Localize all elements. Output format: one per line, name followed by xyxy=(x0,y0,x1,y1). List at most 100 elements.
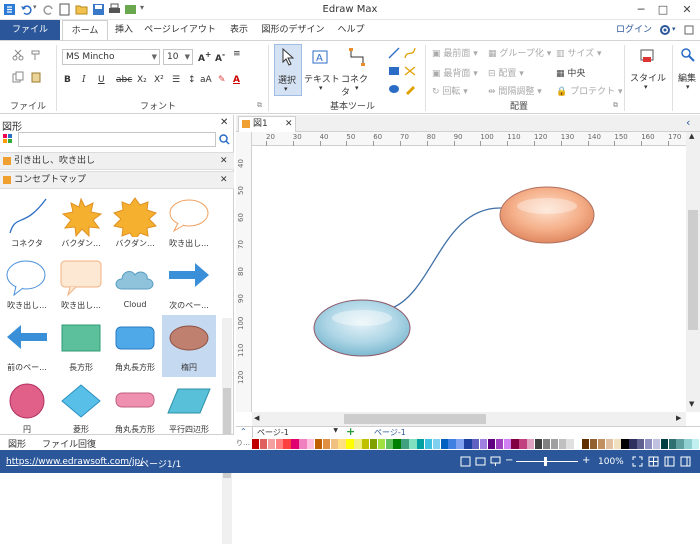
pen-tool-icon[interactable] xyxy=(404,83,416,95)
drawing-canvas[interactable] xyxy=(252,146,686,412)
shape-ellipse[interactable]: 楕円 xyxy=(162,315,216,377)
color-swatch[interactable] xyxy=(597,439,606,449)
italic-icon[interactable]: I xyxy=(82,75,86,85)
color-swatch[interactable] xyxy=(314,439,323,449)
shape-callout-3[interactable]: 吹き出し... xyxy=(54,253,108,315)
layout-view-icon[interactable] xyxy=(664,456,675,467)
close-button[interactable]: ✕ xyxy=(676,2,698,18)
color-swatch[interactable] xyxy=(393,439,401,449)
minimize-button[interactable]: ─ xyxy=(630,2,652,18)
color-swatch[interactable] xyxy=(417,439,425,449)
color-swatch[interactable] xyxy=(668,439,676,449)
color-swatch[interactable] xyxy=(582,439,590,449)
fit-width-icon[interactable] xyxy=(475,456,486,467)
color-swatch[interactable] xyxy=(448,439,456,449)
font-dialog-launcher-icon[interactable]: ⧉ xyxy=(257,101,262,110)
shape-next-arrow[interactable]: 次のペー... xyxy=(162,253,216,315)
export-icon[interactable] xyxy=(124,3,137,16)
settings-gear-icon[interactable] xyxy=(659,24,671,36)
color-swatch[interactable] xyxy=(432,439,441,449)
color-swatch[interactable] xyxy=(550,439,559,449)
line-spacing-icon[interactable]: ↕ xyxy=(188,75,196,85)
website-link[interactable]: https://www.edrawsoft.com/jp/ xyxy=(6,457,143,467)
maximize-button[interactable]: □ xyxy=(652,2,674,18)
color-swatch[interactable] xyxy=(369,439,378,449)
vertical-scrollbar[interactable]: ▲ ▼ xyxy=(686,132,700,412)
paste-icon[interactable] xyxy=(30,71,42,83)
strikethrough-icon[interactable]: abc xyxy=(116,75,132,85)
protect-button[interactable]: 🔒 プロテクト ▾ xyxy=(556,84,622,97)
tab-insert[interactable]: 挿入 xyxy=(110,20,138,40)
align-text-icon[interactable]: ≡ xyxy=(233,49,241,59)
connector-tool-button[interactable]: コネクタ ▾ xyxy=(340,44,376,98)
color-swatch[interactable] xyxy=(511,439,519,449)
zoom-slider-track[interactable] xyxy=(516,461,578,462)
font-name-select[interactable]: MS Mincho ▼ xyxy=(62,49,160,65)
color-swatch[interactable] xyxy=(479,439,488,449)
color-swatch[interactable] xyxy=(542,439,551,449)
presentation-icon[interactable] xyxy=(490,456,501,467)
color-swatch[interactable] xyxy=(660,439,669,449)
zoom-in-button[interactable]: + xyxy=(582,455,590,466)
rotate-button[interactable]: ↻ 回転 ▾ xyxy=(432,84,468,97)
size-button[interactable]: ▥ サイズ ▾ xyxy=(556,46,602,59)
shape-burst-1[interactable]: バクダン... xyxy=(54,191,108,253)
color-swatch[interactable] xyxy=(424,439,433,449)
redo-icon[interactable] xyxy=(42,3,55,16)
text-tool-button[interactable]: A テキスト ▾ xyxy=(304,44,340,96)
style-label[interactable]: スタイル xyxy=(630,71,666,84)
tab-home[interactable]: ホーム xyxy=(62,20,108,40)
login-link[interactable]: ログイン xyxy=(612,20,656,40)
shape-rectangle[interactable]: 長方形 xyxy=(54,315,108,377)
shape-connector[interactable]: コネクタ xyxy=(0,191,54,253)
close-icon[interactable]: ✕ xyxy=(220,117,228,128)
color-swatch[interactable] xyxy=(527,439,535,449)
scroll-left-icon[interactable]: ◀ xyxy=(254,414,259,422)
color-swatch[interactable] xyxy=(503,439,511,449)
color-swatch[interactable] xyxy=(692,439,700,449)
select-tool-button[interactable]: 選択 ▾ xyxy=(274,44,302,96)
tab-file[interactable]: ファイル xyxy=(0,20,60,40)
tab-view[interactable]: 表示 xyxy=(224,20,254,40)
copy-icon[interactable] xyxy=(12,71,24,83)
chevron-down-icon[interactable]: ▾ xyxy=(644,83,648,91)
color-swatch[interactable] xyxy=(558,439,566,449)
ellipse-node-orange[interactable] xyxy=(499,186,595,244)
zoom-slider-thumb[interactable] xyxy=(544,457,547,466)
send-back-button[interactable]: ▣ 最背面 ▾ xyxy=(432,66,478,79)
color-swatch[interactable] xyxy=(299,439,307,449)
shape-prev-arrow[interactable]: 前のペー... xyxy=(0,315,54,377)
shape-search-input[interactable] xyxy=(18,132,216,147)
scrollbar-thumb[interactable] xyxy=(344,414,486,424)
color-swatch[interactable] xyxy=(684,439,692,449)
cut-icon[interactable] xyxy=(12,49,24,61)
scrollbar-thumb[interactable] xyxy=(688,210,698,330)
color-swatch[interactable] xyxy=(252,439,260,449)
rectangle-tool-icon[interactable] xyxy=(388,65,400,77)
tab-page-layout[interactable]: ページレイアウト xyxy=(140,20,220,40)
color-swatch[interactable] xyxy=(519,439,527,449)
color-swatch[interactable] xyxy=(267,439,276,449)
color-swatch[interactable] xyxy=(613,439,621,449)
color-swatch[interactable] xyxy=(605,439,614,449)
connector-line[interactable] xyxy=(391,207,503,309)
search-icon[interactable] xyxy=(219,134,230,145)
page-select[interactable]: ページ-1 ▼ xyxy=(252,427,340,438)
font-size-select[interactable]: 10 ▼ xyxy=(163,49,193,65)
grid-view-icon[interactable] xyxy=(648,456,659,467)
close-icon[interactable]: ✕ xyxy=(285,117,293,131)
format-painter-icon[interactable] xyxy=(30,49,42,61)
color-swatch[interactable] xyxy=(401,439,409,449)
color-swatch[interactable] xyxy=(322,439,331,449)
new-icon[interactable] xyxy=(58,3,71,16)
shape-diamond[interactable]: 菱形 xyxy=(54,377,108,439)
shape-callout-1[interactable]: 吹き出し... xyxy=(162,191,216,253)
polyline-tool-icon[interactable] xyxy=(404,65,416,77)
zoom-out-button[interactable]: − xyxy=(505,455,513,466)
color-swatch[interactable] xyxy=(377,439,386,449)
shrink-font-icon[interactable]: A- xyxy=(215,50,225,64)
bold-icon[interactable]: B xyxy=(64,75,71,85)
fullscreen-icon[interactable] xyxy=(632,456,643,467)
page-tab[interactable]: ページ-1 xyxy=(374,427,406,438)
color-swatch[interactable] xyxy=(534,439,543,449)
